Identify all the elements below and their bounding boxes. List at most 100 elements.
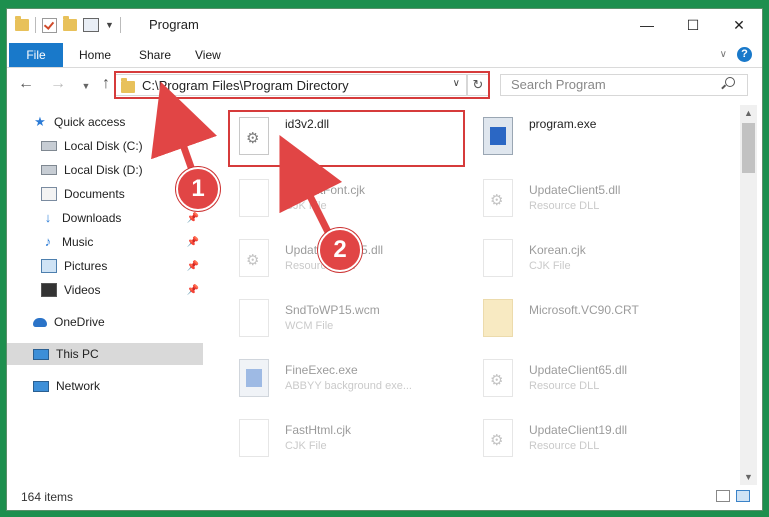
properties-check-icon[interactable] [42, 17, 57, 33]
sidebar-item-network[interactable]: Network [7, 375, 203, 397]
quick-access-toolbar: ▼ [15, 16, 121, 33]
status-bar: 164 items [7, 482, 762, 510]
blank-file-icon [239, 299, 269, 337]
file-type: CJK File [285, 200, 327, 212]
address-bar-highlight [114, 71, 490, 99]
music-icon: ♪ [44, 234, 52, 249]
app-file-icon [483, 117, 513, 155]
tab-home[interactable]: Home [67, 43, 123, 67]
scroll-down-icon[interactable]: ▼ [744, 472, 753, 482]
pin-icon[interactable]: 📌 [187, 213, 199, 224]
disk-icon [41, 165, 57, 175]
sidebar-item-label: Videos [64, 283, 101, 297]
maximize-button[interactable]: ☐ [670, 9, 716, 41]
tiles-view-icon[interactable] [736, 490, 750, 502]
tab-file[interactable]: File [9, 43, 63, 67]
chevron-down-icon[interactable]: ▼ [105, 20, 114, 30]
gear-file-icon [483, 359, 513, 397]
sidebar-item-label: Downloads [62, 211, 122, 225]
folder-icon [483, 299, 513, 337]
sidebar-item-onedrive[interactable]: OneDrive [7, 311, 203, 333]
navigation-pane: ★ Quick access Local Disk (C:) Local Dis… [7, 109, 203, 479]
disk-icon [41, 141, 57, 151]
computer-icon [33, 348, 49, 360]
pictures-icon [41, 259, 57, 273]
file-item[interactable]: Korean.cjk CJK File [465, 233, 705, 289]
network-icon [33, 380, 49, 392]
help-icon[interactable]: ? [737, 47, 752, 62]
sidebar-item-music[interactable]: ♪ Music 📌 [7, 231, 203, 253]
file-item[interactable]: FastHtml.cjk CJK File [221, 413, 461, 469]
star-icon: ★ [34, 114, 46, 129]
back-button[interactable]: ← [15, 75, 37, 93]
sidebar-item-label: Network [56, 379, 101, 393]
sidebar-item-label: Quick access [54, 115, 126, 129]
search-icon[interactable] [725, 77, 735, 87]
file-item[interactable]: UpdateClient19.dll Resource DLL [465, 413, 705, 469]
search-input[interactable]: Search Program [500, 74, 748, 96]
documents-icon [41, 187, 57, 201]
file-name: SndToWP15.wcm [285, 303, 380, 317]
new-folder-icon[interactable] [63, 16, 77, 31]
gear-file-icon [239, 239, 269, 277]
file-type: WCM File [285, 320, 334, 332]
sidebar-item-label: OneDrive [54, 315, 105, 329]
title-bar: ▼ Program — ☐ ✕ [7, 9, 762, 41]
sidebar-item-label: This PC [56, 347, 99, 361]
onedrive-icon [33, 317, 47, 327]
details-view-icon[interactable] [716, 490, 730, 502]
file-type: CJK File [529, 260, 571, 272]
sidebar-item-downloads[interactable]: ↓ Downloads 📌 [7, 207, 203, 229]
sidebar-item-local-disk-d[interactable]: Local Disk (D:) [7, 159, 203, 181]
sidebar-item-pictures[interactable]: Pictures 📌 [7, 255, 203, 277]
file-item[interactable]: FineExec.exe ABBYY background exe... [221, 353, 461, 409]
scroll-up-icon[interactable]: ▲ [744, 108, 753, 118]
sidebar-item-local-disk-c[interactable]: Local Disk (C:) [7, 135, 203, 157]
expand-ribbon-icon[interactable]: ∨ [720, 49, 727, 60]
sidebar-item-documents[interactable]: Documents [7, 183, 203, 205]
blank-file-icon [239, 179, 269, 217]
file-name: program.exe [529, 117, 597, 131]
download-icon: ↓ [44, 210, 52, 225]
sidebar-item-videos[interactable]: Videos 📌 [7, 279, 203, 301]
file-item[interactable]: SndToWP15.wcm WCM File [221, 293, 461, 349]
scrollbar-thumb[interactable] [742, 123, 755, 173]
gear-file-icon [483, 419, 513, 457]
blank-file-icon [239, 419, 269, 457]
ribbon-tabs: File Home Share View ∨ ? [7, 43, 762, 68]
toolbar-separator [119, 17, 121, 33]
file-name: UpdateClient19.dll [529, 423, 628, 437]
file-name: FastHtml.cjk [285, 423, 351, 437]
sidebar-item-label: Documents [64, 187, 125, 201]
file-item[interactable]: UpdateClient65.dll Resource DLL [465, 353, 705, 409]
pin-icon[interactable]: 📌 [187, 285, 199, 296]
customize-toolbar-icon[interactable] [83, 18, 99, 32]
window-title: Program [149, 17, 199, 32]
minimize-button[interactable]: — [624, 9, 670, 41]
forward-button[interactable]: → [47, 75, 69, 93]
step-badge-2: 2 [318, 228, 362, 272]
pin-icon[interactable]: 📌 [187, 261, 199, 272]
folder-icon [15, 16, 29, 31]
ribbon-right-controls: ∨ ? [720, 47, 752, 62]
file-item[interactable]: Microsoft.VC90.CRT [465, 293, 705, 349]
close-button[interactable]: ✕ [716, 9, 762, 41]
recent-locations-button[interactable]: ▼ [75, 81, 97, 91]
file-name: Microsoft.VC90.CRT [529, 303, 639, 317]
file-type: Resource DLL [529, 200, 600, 212]
file-name: UpdateClient5.dll [529, 183, 621, 197]
sidebar-item-label: Local Disk (D:) [64, 163, 143, 177]
file-highlight [228, 110, 465, 167]
tab-share[interactable]: Share [127, 43, 183, 67]
file-item[interactable]: UpdateClient5.dll Resource DLL [465, 173, 705, 229]
sidebar-item-this-pc[interactable]: This PC [7, 343, 203, 365]
sidebar-item-quick-access[interactable]: ★ Quick access [7, 111, 203, 133]
file-item[interactable]: DefaultFont.cjk CJK File [221, 173, 461, 229]
item-count: 164 items [21, 490, 74, 504]
view-toggle [716, 490, 750, 502]
pin-icon[interactable]: 📌 [187, 237, 199, 248]
step-badge-1: 1 [176, 167, 220, 211]
tab-view[interactable]: View [183, 43, 233, 67]
file-item-program-exe[interactable]: program.exe [465, 111, 705, 167]
vertical-scrollbar[interactable]: ▲ ▼ [740, 105, 757, 485]
